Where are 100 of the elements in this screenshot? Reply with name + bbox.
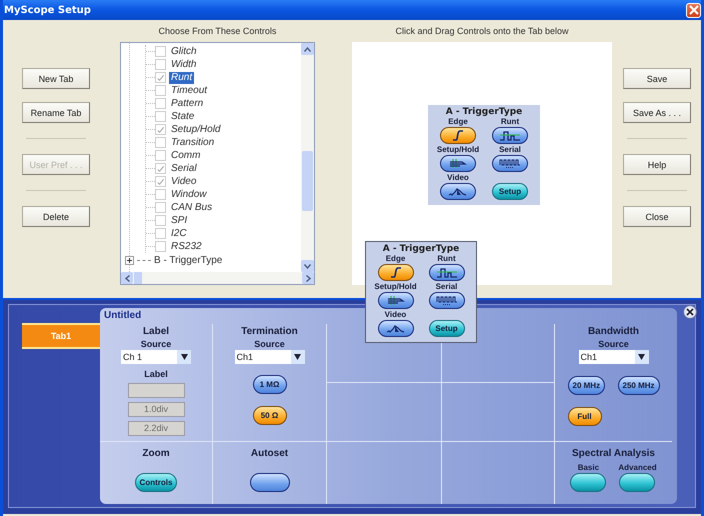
field-label: Label xyxy=(144,369,168,379)
checkbox[interactable] xyxy=(155,163,166,174)
side-button[interactable]: Rename Tab xyxy=(22,102,90,123)
setup-hold-icon xyxy=(448,158,468,169)
tree-item[interactable]: CAN Bus xyxy=(169,202,214,214)
checkbox[interactable] xyxy=(155,111,166,122)
edge-waveform-icon xyxy=(388,267,402,278)
side-button[interactable]: Close xyxy=(623,206,691,227)
checkbox[interactable] xyxy=(155,46,166,57)
control-caption: Runt xyxy=(500,117,520,127)
tree-item[interactable]: Runt xyxy=(169,72,194,84)
close-icon xyxy=(686,308,694,316)
checkbox[interactable] xyxy=(155,98,166,109)
section-title: Termination xyxy=(241,326,298,337)
tree-item[interactable]: B - TriggerType xyxy=(154,255,222,266)
trigger-type-widget[interactable]: A - TriggerType Edge Runt Setup/Hold Serial Video Setup xyxy=(428,105,540,205)
option-caption: Advanced xyxy=(618,463,657,472)
tree-item[interactable]: Window xyxy=(169,188,208,200)
tree-item[interactable]: RS232 xyxy=(169,240,204,252)
checkbox[interactable] xyxy=(155,228,166,239)
control-caption: Video xyxy=(447,173,469,183)
video-waveform-icon xyxy=(448,186,468,197)
setup-button[interactable]: Setup xyxy=(428,320,464,337)
pill-button[interactable]: 1 MΩ xyxy=(252,375,286,394)
trigger-mode-button[interactable] xyxy=(492,127,528,144)
setup-button[interactable]: Setup xyxy=(492,183,528,200)
tree-item[interactable]: Transition xyxy=(169,136,216,148)
source-label: Source xyxy=(598,339,629,349)
scrollbar-thumb[interactable] xyxy=(302,151,313,211)
checkbox[interactable] xyxy=(155,241,166,252)
expand-icon[interactable] xyxy=(125,256,134,265)
pill-button[interactable]: 250 MHz xyxy=(618,376,660,395)
tree-item[interactable]: State xyxy=(169,110,196,122)
tree-item[interactable]: SPI xyxy=(169,214,190,226)
tree-item[interactable]: Glitch xyxy=(169,46,199,58)
scrollbar-thumb[interactable] xyxy=(134,272,142,284)
caret-icon xyxy=(638,354,645,360)
side-button[interactable]: Save As . . . xyxy=(623,102,691,123)
checkbox[interactable] xyxy=(155,124,166,135)
pulse-train-icon xyxy=(436,295,458,306)
tree-item[interactable]: Video xyxy=(169,176,198,188)
tree-item[interactable]: Comm xyxy=(169,150,202,162)
close-icon xyxy=(688,5,698,15)
control-caption: Setup/Hold xyxy=(374,282,417,292)
pill-button[interactable]: 50 Ω xyxy=(252,406,286,425)
canvas-heading: Click and Drag Controls onto the Tab below xyxy=(394,25,570,38)
tree-item[interactable]: Serial xyxy=(169,162,199,174)
control-caption: Setup/Hold xyxy=(436,145,480,155)
trigger-mode-button[interactable] xyxy=(378,264,414,281)
close-button[interactable] xyxy=(683,305,697,319)
pill-button[interactable]: Controls xyxy=(134,473,178,492)
pulse-icon xyxy=(499,130,521,141)
scroll-up-icon[interactable] xyxy=(304,46,311,52)
trigger-mode-button[interactable] xyxy=(378,292,414,309)
checkbox[interactable] xyxy=(155,176,166,187)
checkbox[interactable] xyxy=(155,72,166,83)
source-label: Source xyxy=(140,339,172,349)
tree-item[interactable]: Timeout xyxy=(169,84,210,96)
section-title: Autoset xyxy=(250,448,288,459)
tree-item[interactable]: I2C xyxy=(169,228,189,240)
checkbox[interactable] xyxy=(155,85,166,96)
side-button[interactable]: Save xyxy=(623,68,691,89)
checkbox[interactable] xyxy=(155,137,166,148)
checkbox[interactable] xyxy=(155,215,166,226)
trigger-mode-button[interactable] xyxy=(440,127,476,144)
scroll-left-icon[interactable] xyxy=(124,274,130,282)
pill-button[interactable]: Full xyxy=(568,407,602,426)
tree-item[interactable]: Setup/Hold xyxy=(169,124,222,136)
trigger-mode-button[interactable] xyxy=(440,155,476,172)
trigger-mode-button[interactable] xyxy=(428,264,464,281)
trigger-mode-button[interactable] xyxy=(492,155,528,172)
pill-button[interactable] xyxy=(570,473,606,492)
trigger-mode-button[interactable] xyxy=(428,292,464,309)
side-button[interactable]: Help xyxy=(623,154,691,175)
source-dropdown[interactable]: Ch1 xyxy=(578,350,648,364)
trigger-mode-button[interactable] xyxy=(378,320,414,337)
pill-button[interactable]: 20 MHz xyxy=(568,376,606,395)
source-dropdown[interactable]: Ch 1 xyxy=(121,350,191,364)
tree-item[interactable]: Width xyxy=(169,58,198,70)
caret-icon xyxy=(180,354,188,360)
checkbox[interactable] xyxy=(155,202,166,213)
edge-waveform-icon xyxy=(451,130,465,141)
pill-button[interactable] xyxy=(619,473,656,492)
pill-button[interactable] xyxy=(250,473,290,492)
source-dropdown[interactable]: Ch1 xyxy=(234,350,304,364)
list-heading: Choose From These Controls xyxy=(158,25,278,38)
scroll-down-icon[interactable] xyxy=(304,264,311,268)
tree-item[interactable]: Pattern xyxy=(169,98,206,110)
trigger-type-widget[interactable]: A - TriggerType Edge Runt Setup/Hold Serial Video Setup xyxy=(365,241,477,343)
scroll-right-icon[interactable] xyxy=(306,274,310,282)
checkbox[interactable] xyxy=(155,189,166,200)
horizontal-scrollbar[interactable] xyxy=(121,272,314,284)
checkbox[interactable] xyxy=(155,59,166,70)
pulse-icon xyxy=(436,267,458,278)
side-button[interactable]: New Tab xyxy=(22,68,90,89)
trigger-mode-button[interactable] xyxy=(440,183,476,200)
control-caption: Runt xyxy=(437,254,456,264)
checkbox[interactable] xyxy=(155,150,166,161)
side-button[interactable]: Delete xyxy=(22,206,90,227)
vertical-scrollbar[interactable] xyxy=(301,43,314,272)
